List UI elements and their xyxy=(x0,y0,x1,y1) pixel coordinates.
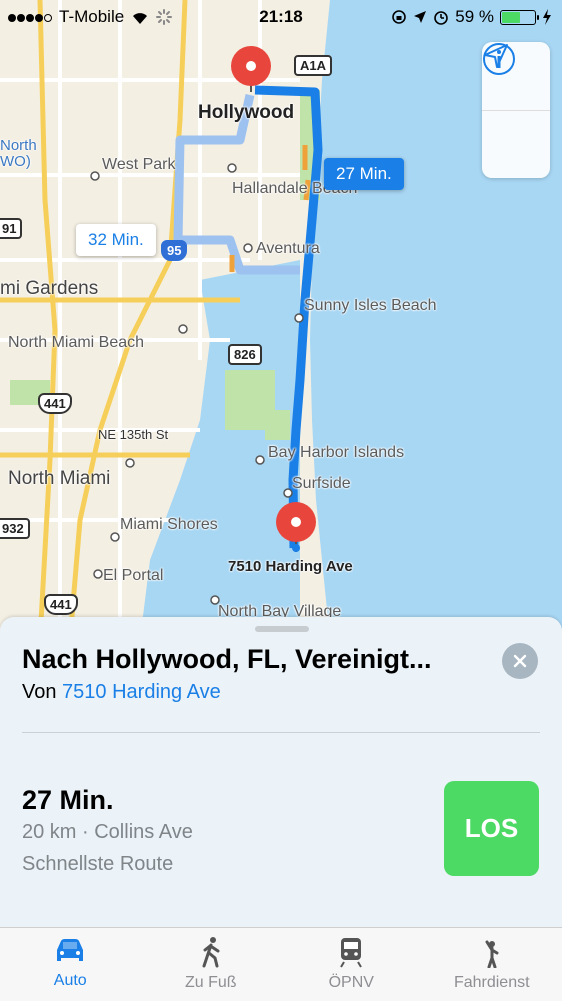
tab-label: Fahrdienst xyxy=(454,974,530,992)
tab-oepnv[interactable]: ÖPNV xyxy=(281,928,422,1001)
map-label-north: North xyxy=(0,137,37,154)
tab-label: Auto xyxy=(54,972,87,990)
map-label-origin-address: 7510 Harding Ave xyxy=(228,558,353,575)
locate-me-button[interactable] xyxy=(482,110,550,179)
destination-pin[interactable] xyxy=(231,46,271,92)
rotation-lock-icon xyxy=(391,9,407,25)
train-icon xyxy=(336,936,366,968)
tab-fahrdienst[interactable]: Fahrdienst xyxy=(422,928,562,1001)
origin-link[interactable]: 7510 Harding Ave xyxy=(62,681,221,703)
shield-a1a: A1A xyxy=(294,55,332,76)
divider xyxy=(22,732,540,733)
location-arrow-icon xyxy=(482,42,510,70)
shield-826: 826 xyxy=(228,344,262,365)
location-services-icon xyxy=(413,10,427,24)
map-controls xyxy=(482,42,550,178)
tab-label: Zu Fuß xyxy=(185,974,237,992)
map-label-aventura: Aventura xyxy=(256,240,320,258)
charging-bolt-icon xyxy=(542,9,552,25)
map-label-north-miami: North Miami xyxy=(8,468,110,490)
map-label-miami-gardens: mi Gardens xyxy=(0,278,98,300)
route-card[interactable]: Nach Hollywood, FL, Vereinigt... Von 751… xyxy=(0,617,562,927)
map-label-west-park: West Park xyxy=(102,156,176,174)
map-label-el-portal: El Portal xyxy=(103,567,163,585)
battery-icon xyxy=(500,10,536,25)
route-time-bubble-primary[interactable]: 27 Min. xyxy=(324,158,404,190)
alarm-icon xyxy=(433,9,449,25)
tab-auto[interactable]: Auto xyxy=(0,928,141,1001)
map-label-north-miami-beach: North Miami Beach xyxy=(8,334,144,352)
go-button[interactable]: LOS xyxy=(444,781,539,876)
map-label-wo: WO) xyxy=(0,153,31,170)
shield-us-441-north: 441 xyxy=(38,393,72,414)
tab-label: ÖPNV xyxy=(329,974,374,992)
destination-title: Nach Hollywood, FL, Vereinigt... xyxy=(22,644,432,675)
card-grabber-handle[interactable] xyxy=(255,626,309,632)
car-icon xyxy=(53,936,87,966)
map-label-sunny-isles-beach: Sunny Isles Beach xyxy=(304,297,437,315)
shield-91: 91 xyxy=(0,218,22,239)
map-label-hollywood: Hollywood xyxy=(198,102,294,124)
tab-zu-fuss[interactable]: Zu Fuß xyxy=(141,928,282,1001)
route-type: Schnellste Route xyxy=(22,853,173,876)
route-time-bubble-alternative[interactable]: 32 Min. xyxy=(76,224,156,256)
origin-line: Von 7510 Harding Ave xyxy=(22,681,221,704)
close-icon xyxy=(513,654,527,668)
status-bar: T-Mobile 21:18 59 % xyxy=(0,0,562,34)
shield-us-441-south: 441 xyxy=(44,594,78,615)
map-canvas xyxy=(0,0,562,640)
transport-mode-tabbar: Auto Zu Fuß ÖPNV Fahrdienst xyxy=(0,927,562,1001)
battery-percent: 59 % xyxy=(455,7,494,27)
map-label-miami-shores: Miami Shores xyxy=(120,516,218,534)
eta-duration: 27 Min. xyxy=(22,785,114,816)
map-label-surfside: Surfside xyxy=(292,475,351,493)
shield-932: 932 xyxy=(0,518,30,539)
map-view[interactable]: Hollywood West Park Hallandale Beach Ave… xyxy=(0,0,562,640)
close-button[interactable] xyxy=(502,643,538,679)
origin-prefix: Von xyxy=(22,681,56,703)
route-distance-via: 20 km · Collins Ave xyxy=(22,821,193,844)
map-label-bay-harbor-islands: Bay Harbor Islands xyxy=(268,444,404,462)
walking-icon xyxy=(196,936,226,968)
ride-hail-icon xyxy=(477,936,507,968)
map-label-ne-135th-st: NE 135th St xyxy=(98,427,168,442)
shield-i95: 95 xyxy=(161,240,187,261)
